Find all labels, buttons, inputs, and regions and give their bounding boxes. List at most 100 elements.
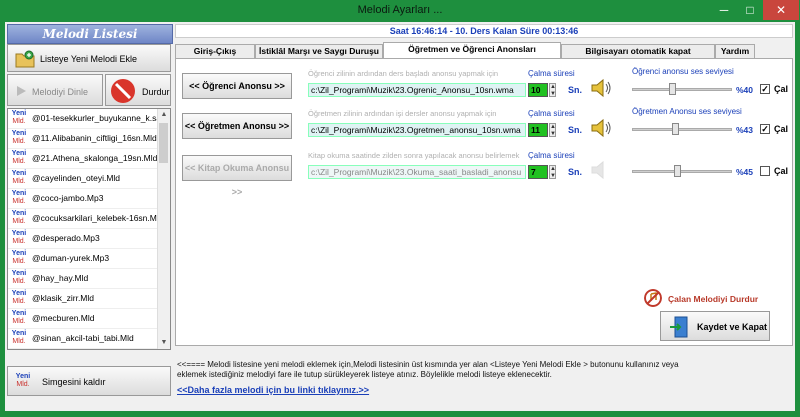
badge-top: Yeni — [11, 310, 27, 317]
list-item[interactable]: Yeni Mld. @01-tesekkurler_buyukanne_k.sa.M… — [8, 109, 170, 129]
title-bar[interactable]: Melodi Ayarları ... ─ □ ✕ — [0, 0, 800, 22]
badge-top: Yeni — [11, 130, 27, 137]
slider-track — [632, 170, 732, 173]
list-item[interactable]: Yeni Mld. @sinan_akcil-tabi_tabi.Mld — [8, 329, 170, 349]
reading-spin-arrows-icon[interactable]: ▲ ▼ — [549, 165, 556, 179]
student-speaker-icon — [591, 78, 611, 98]
stop-icon — [111, 79, 135, 103]
info-line-1: <<==== Melodi listesine yeni melodi ekle… — [177, 360, 679, 369]
reading-volume-percent: %45 — [736, 167, 754, 177]
reading-duration-spinner[interactable]: 7 — [528, 165, 548, 179]
save-close-button[interactable]: Kaydet ve Kapat — [660, 311, 770, 341]
list-scrollbar[interactable]: ▲ ▼ — [157, 109, 170, 349]
tab-entry-exit[interactable]: Giriş-Çıkış Melodileri — [175, 44, 255, 69]
slider-knob[interactable] — [673, 165, 681, 177]
reading-announce-button[interactable]: << Kitap Okuma Anonsu >> — [182, 155, 292, 197]
teacher-spin-arrows-icon[interactable]: ▲ ▼ — [549, 123, 556, 137]
new-melody-badge-icon: Yeni Mld. — [10, 310, 28, 327]
student-duration-label: Çalma süresi — [528, 69, 575, 78]
melody-name: @desperado.Mp3 — [32, 233, 100, 243]
badge-bottom: Mld. — [12, 278, 26, 285]
list-item[interactable]: Yeni Mld. @klasik_zirr.Mld — [8, 289, 170, 309]
tab-anthem[interactable]: İstiklâl Marşı ve Saygı Duruşu — [255, 44, 383, 58]
save-close-label: Kaydet ve Kapat — [697, 322, 768, 332]
melody-name: @01-tesekkurler_buyukanne_k.sa.Mld — [32, 113, 171, 123]
reading-volume-slider[interactable] — [632, 165, 732, 177]
list-item[interactable]: Yeni Mld. @mecburen.Mld — [8, 309, 170, 329]
badge-top: Yeni — [11, 230, 27, 237]
remove-icon-button[interactable]: Yeni Mld. Simgesini kaldır — [7, 366, 171, 396]
play-icon — [17, 86, 26, 96]
badge-top: Yeni — [11, 150, 27, 157]
melody-name: @21.Athena_skalonga_19sn.Mld — [32, 153, 158, 163]
folder-add-icon — [15, 50, 35, 68]
teacher-unit: Sn. — [568, 125, 583, 135]
melody-name: @coco-jambo.Mp3 — [32, 193, 104, 203]
badge-bottom: Mld. — [12, 198, 26, 205]
teacher-duration-label: Çalma süresi — [528, 109, 575, 118]
list-item[interactable]: Yeni Mld. @cayelinden_oteyi.Mld — [8, 169, 170, 189]
badge-bottom: Mld. — [12, 138, 26, 145]
scroll-thumb[interactable] — [159, 123, 168, 163]
new-melody-badge-icon: Yeni Mld. — [10, 330, 28, 347]
tab-strip: Giriş-Çıkış Melodileri İstiklâl Marşı ve… — [175, 42, 793, 69]
more-melodies-link[interactable]: <<Daha fazla melodi için bu linki tıklay… — [177, 385, 369, 395]
tab-help[interactable]: Yardım — [715, 44, 755, 58]
reading-play-label: Çal — [774, 166, 789, 176]
list-item[interactable]: Yeni Mld. @desperado.Mp3 — [8, 229, 170, 249]
reading-path-field[interactable]: c:\Zil_Programi\Muzik\23.Okuma_saati_bas… — [308, 165, 526, 179]
teacher-volume-percent: %43 — [736, 125, 754, 135]
slider-knob[interactable] — [671, 123, 679, 135]
list-item[interactable]: Yeni Mld. @coco-jambo.Mp3 — [8, 189, 170, 209]
list-item[interactable]: Yeni Mld. @11.Alibabanin_ciftligi_16sn.Mld — [8, 129, 170, 149]
list-item[interactable]: Yeni Mld. @cocuksarkilari_kelebek-16sn.Mld — [8, 209, 170, 229]
new-melody-badge-icon: Yeni Mld. — [10, 230, 28, 247]
stop-label: Durdur — [142, 87, 170, 97]
maximize-button[interactable]: □ — [737, 0, 763, 20]
student-spin-arrows-icon[interactable]: ▲ ▼ — [549, 83, 556, 97]
teacher-play-checkbox[interactable]: ✓ — [760, 124, 770, 134]
listen-melody-button[interactable]: Melodiyi Dinle — [7, 74, 103, 106]
badge-top: Yeni — [11, 110, 27, 117]
list-item[interactable]: Yeni Mld. @hay_hay.Mld — [8, 269, 170, 289]
info-line-2: eklemek istediğiniz melodiyi fare ile tu… — [177, 370, 552, 379]
student-path-field[interactable]: c:\Zil_Programi\Muzik\23.Ogrenic_Anonsu_… — [308, 83, 526, 97]
stop-music-icon — [644, 289, 662, 307]
add-melody-button[interactable]: Listeye Yeni Melodi Ekle — [7, 44, 171, 72]
student-volume-label: Öğrenci anonsu ses seviyesi — [632, 67, 734, 76]
window-title: Melodi Ayarları ... — [357, 4, 443, 16]
stop-playing-button[interactable]: Çalan Melodiyi Durdur — [644, 289, 764, 309]
stop-button[interactable]: Durdur — [105, 74, 171, 106]
list-item[interactable]: Yeni Mld. @21.Athena_skalonga_19sn.Mld — [8, 149, 170, 169]
scroll-down-icon[interactable]: ▼ — [158, 337, 170, 349]
list-item[interactable]: YeniMld.@starwars-26sn.Mld — [8, 349, 170, 350]
melody-name: @mecburen.Mld — [32, 313, 95, 323]
teacher-announce-button[interactable]: << Öğretmen Anonsu >> — [182, 113, 292, 139]
student-announce-button[interactable]: << Öğrenci Anonsu >> — [182, 73, 292, 99]
badge-top: Yeni — [11, 270, 27, 277]
scroll-up-icon[interactable]: ▲ — [158, 109, 170, 121]
teacher-duration-spinner[interactable]: 11 — [528, 123, 548, 137]
tab-auto-shutdown[interactable]: Bilgisayarı otomatik kapat — [561, 44, 715, 58]
close-button[interactable]: ✕ — [763, 0, 799, 20]
teacher-path-field[interactable]: c:\Zil_Programi\Muzik\23.Ogretmen_anonsu… — [308, 123, 526, 137]
listen-melody-label: Melodiyi Dinle — [32, 87, 89, 97]
slider-knob[interactable] — [669, 83, 677, 95]
teacher-volume-label: Öğretmen Anonsu ses seviyesi — [632, 107, 742, 116]
student-play-checkbox[interactable]: ✓ — [760, 84, 770, 94]
student-unit: Sn. — [568, 85, 583, 95]
new-melody-badge-icon: Yeni Mld. — [10, 210, 28, 227]
reading-play-checkbox[interactable] — [760, 166, 770, 176]
student-duration-spinner[interactable]: 10 — [528, 83, 548, 97]
teacher-speaker-icon — [591, 118, 611, 138]
badge-top: Yeni — [11, 250, 27, 257]
minimize-button[interactable]: ─ — [711, 0, 737, 20]
list-item[interactable]: Yeni Mld. @duman-yurek.Mp3 — [8, 249, 170, 269]
melody-list[interactable]: Yeni Mld. @01-tesekkurler_buyukanne_k.sa.M… — [7, 108, 171, 350]
badge-top: Yeni — [11, 330, 27, 337]
teacher-volume-slider[interactable] — [632, 123, 732, 135]
student-volume-slider[interactable] — [632, 83, 732, 95]
tab-announcements[interactable]: Öğretmen ve Öğrenci Anonsları — [383, 42, 561, 58]
melody-name: @sinan_akcil-tabi_tabi.Mld — [32, 333, 134, 343]
badge-bottom: Mld. — [12, 258, 26, 265]
